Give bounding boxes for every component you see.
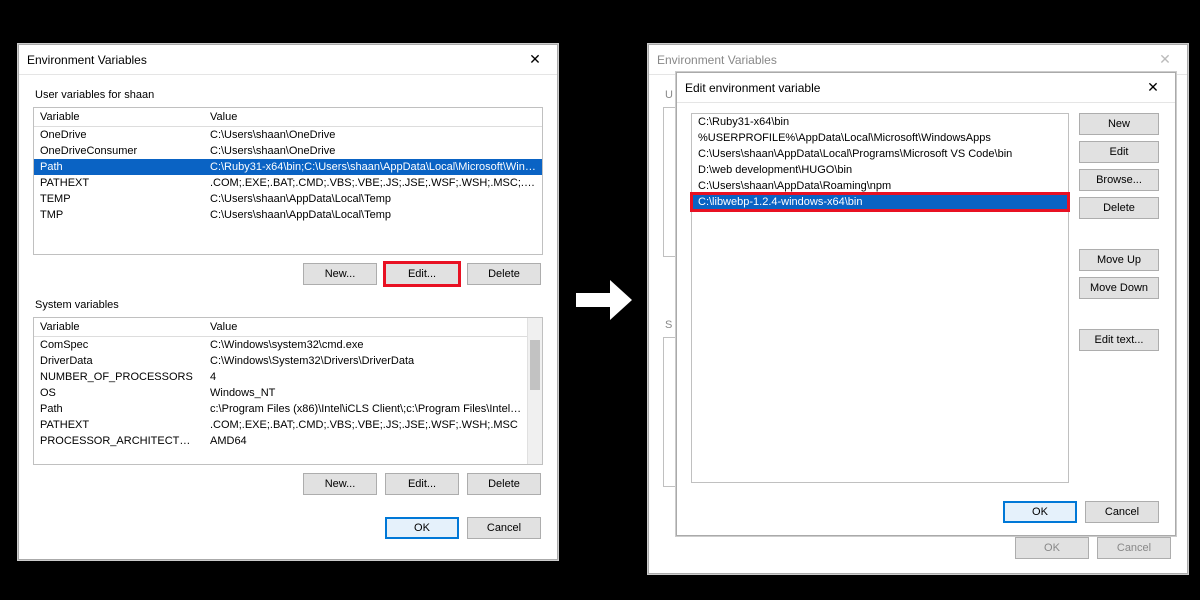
browse-button[interactable]: Browse... [1079, 169, 1159, 191]
var-value: C:\Users\shaan\OneDrive [204, 144, 542, 158]
user-new-button[interactable]: New... [303, 263, 377, 285]
var-value: C:\Users\shaan\AppData\Local\Temp [204, 192, 542, 206]
new-button[interactable]: New [1079, 113, 1159, 135]
table-row[interactable]: DriverDataC:\Windows\System32\Drivers\Dr… [34, 353, 542, 369]
titlebar: Environment Variables ✕ [19, 45, 557, 75]
movedown-button[interactable]: Move Down [1079, 277, 1159, 299]
close-icon[interactable]: ✕ [521, 50, 549, 70]
table-row[interactable]: PATHEXT.COM;.EXE;.BAT;.CMD;.VBS;.VBE;.JS… [34, 175, 542, 191]
cancel-button[interactable]: Cancel [1085, 501, 1159, 523]
dialog-title: Environment Variables [27, 53, 521, 67]
var-value: C:\Ruby31-x64\bin;C:\Users\shaan\AppData… [204, 160, 542, 174]
titlebar: Environment Variables ✕ [649, 45, 1187, 75]
var-value: Windows_NT [204, 386, 542, 400]
cancel-button[interactable]: Cancel [467, 517, 541, 539]
table-row[interactable]: PATHEXT.COM;.EXE;.BAT;.CMD;.VBS;.VBE;.JS… [34, 417, 542, 433]
sys-edit-button[interactable]: Edit... [385, 473, 459, 495]
list-header: Variable Value [34, 318, 542, 337]
path-entry[interactable]: D:\web development\HUGO\bin [692, 162, 1068, 178]
path-entries-list[interactable]: C:\Ruby31-x64\bin%USERPROFILE%\AppData\L… [691, 113, 1069, 483]
var-value: C:\Users\shaan\OneDrive [204, 128, 542, 142]
dialog-title: Environment Variables [657, 53, 1151, 67]
sys-vars-label: System variables [35, 299, 543, 311]
var-name: PATHEXT [34, 418, 204, 432]
titlebar: Edit environment variable ✕ [677, 73, 1175, 103]
col-value[interactable]: Value [204, 108, 542, 126]
table-row[interactable]: OneDriveConsumerC:\Users\shaan\OneDrive [34, 143, 542, 159]
path-entry[interactable]: C:\Users\shaan\AppData\Roaming\npm [692, 178, 1068, 194]
var-value: .COM;.EXE;.BAT;.CMD;.VBS;.VBE;.JS;.JSE;.… [204, 418, 542, 432]
col-variable[interactable]: Variable [34, 318, 204, 336]
var-name: PROCESSOR_ARCHITECTURE [34, 434, 204, 448]
var-value: C:\Windows\system32\cmd.exe [204, 338, 542, 352]
table-row[interactable]: OneDriveC:\Users\shaan\OneDrive [34, 127, 542, 143]
var-name: Path [34, 160, 204, 174]
var-name: OS [34, 386, 204, 400]
table-row[interactable]: Pathc:\Program Files (x86)\Intel\iCLS Cl… [34, 401, 542, 417]
edit-env-var-dialog: Edit environment variable ✕ C:\Ruby31-x6… [676, 72, 1176, 536]
user-vars-label: User variables for shaan [35, 89, 543, 101]
var-value: 4 [204, 370, 542, 384]
var-name: PATHEXT [34, 176, 204, 190]
ok-button-bg[interactable]: OK [1015, 537, 1089, 559]
var-value: C:\Users\shaan\AppData\Local\Temp [204, 208, 542, 222]
scrollbar[interactable] [527, 318, 542, 464]
close-icon[interactable]: ✕ [1151, 50, 1179, 70]
arrow-icon [576, 280, 634, 320]
edittext-button[interactable]: Edit text... [1079, 329, 1159, 351]
var-name: TMP [34, 208, 204, 222]
table-row[interactable]: ComSpecC:\Windows\system32\cmd.exe [34, 337, 542, 353]
var-value: .COM;.EXE;.BAT;.CMD;.VBS;.VBE;.JS;.JSE;.… [204, 176, 542, 190]
dialog-title: Edit environment variable [685, 81, 1139, 95]
table-row[interactable]: TMPC:\Users\shaan\AppData\Local\Temp [34, 207, 542, 223]
user-edit-button[interactable]: Edit... [385, 263, 459, 285]
var-value: C:\Windows\System32\Drivers\DriverData [204, 354, 542, 368]
var-name: DriverData [34, 354, 204, 368]
sys-vars-list[interactable]: Variable Value ComSpecC:\Windows\system3… [33, 317, 543, 465]
var-name: OneDrive [34, 128, 204, 142]
table-row[interactable]: TEMPC:\Users\shaan\AppData\Local\Temp [34, 191, 542, 207]
table-row[interactable]: OSWindows_NT [34, 385, 542, 401]
col-variable[interactable]: Variable [34, 108, 204, 126]
close-icon[interactable]: ✕ [1139, 78, 1167, 98]
path-entry[interactable]: C:\Ruby31-x64\bin [692, 114, 1068, 130]
list-header: Variable Value [34, 108, 542, 127]
ok-button[interactable]: OK [1003, 501, 1077, 523]
var-name: Path [34, 402, 204, 416]
user-vars-list[interactable]: Variable Value OneDriveC:\Users\shaan\On… [33, 107, 543, 255]
path-entry[interactable]: C:\libwebp-1.2.4-windows-x64\bin [692, 194, 1068, 210]
sys-new-button[interactable]: New... [303, 473, 377, 495]
ok-button[interactable]: OK [385, 517, 459, 539]
var-name: NUMBER_OF_PROCESSORS [34, 370, 204, 384]
sys-delete-button[interactable]: Delete [467, 473, 541, 495]
moveup-button[interactable]: Move Up [1079, 249, 1159, 271]
var-name: ComSpec [34, 338, 204, 352]
col-value[interactable]: Value [204, 318, 542, 336]
user-delete-button[interactable]: Delete [467, 263, 541, 285]
cancel-button-bg[interactable]: Cancel [1097, 537, 1171, 559]
var-value: AMD64 [204, 434, 542, 448]
edit-button[interactable]: Edit [1079, 141, 1159, 163]
var-name: OneDriveConsumer [34, 144, 204, 158]
var-name: TEMP [34, 192, 204, 206]
table-row[interactable]: NUMBER_OF_PROCESSORS4 [34, 369, 542, 385]
env-vars-dialog: Environment Variables ✕ User variables f… [18, 44, 558, 560]
table-row[interactable]: PathC:\Ruby31-x64\bin;C:\Users\shaan\App… [34, 159, 542, 175]
var-value: c:\Program Files (x86)\Intel\iCLS Client… [204, 402, 542, 416]
table-row[interactable]: PROCESSOR_ARCHITECTUREAMD64 [34, 433, 542, 449]
delete-button[interactable]: Delete [1079, 197, 1159, 219]
path-entry[interactable]: %USERPROFILE%\AppData\Local\Microsoft\Wi… [692, 130, 1068, 146]
path-entry[interactable]: C:\Users\shaan\AppData\Local\Programs\Mi… [692, 146, 1068, 162]
